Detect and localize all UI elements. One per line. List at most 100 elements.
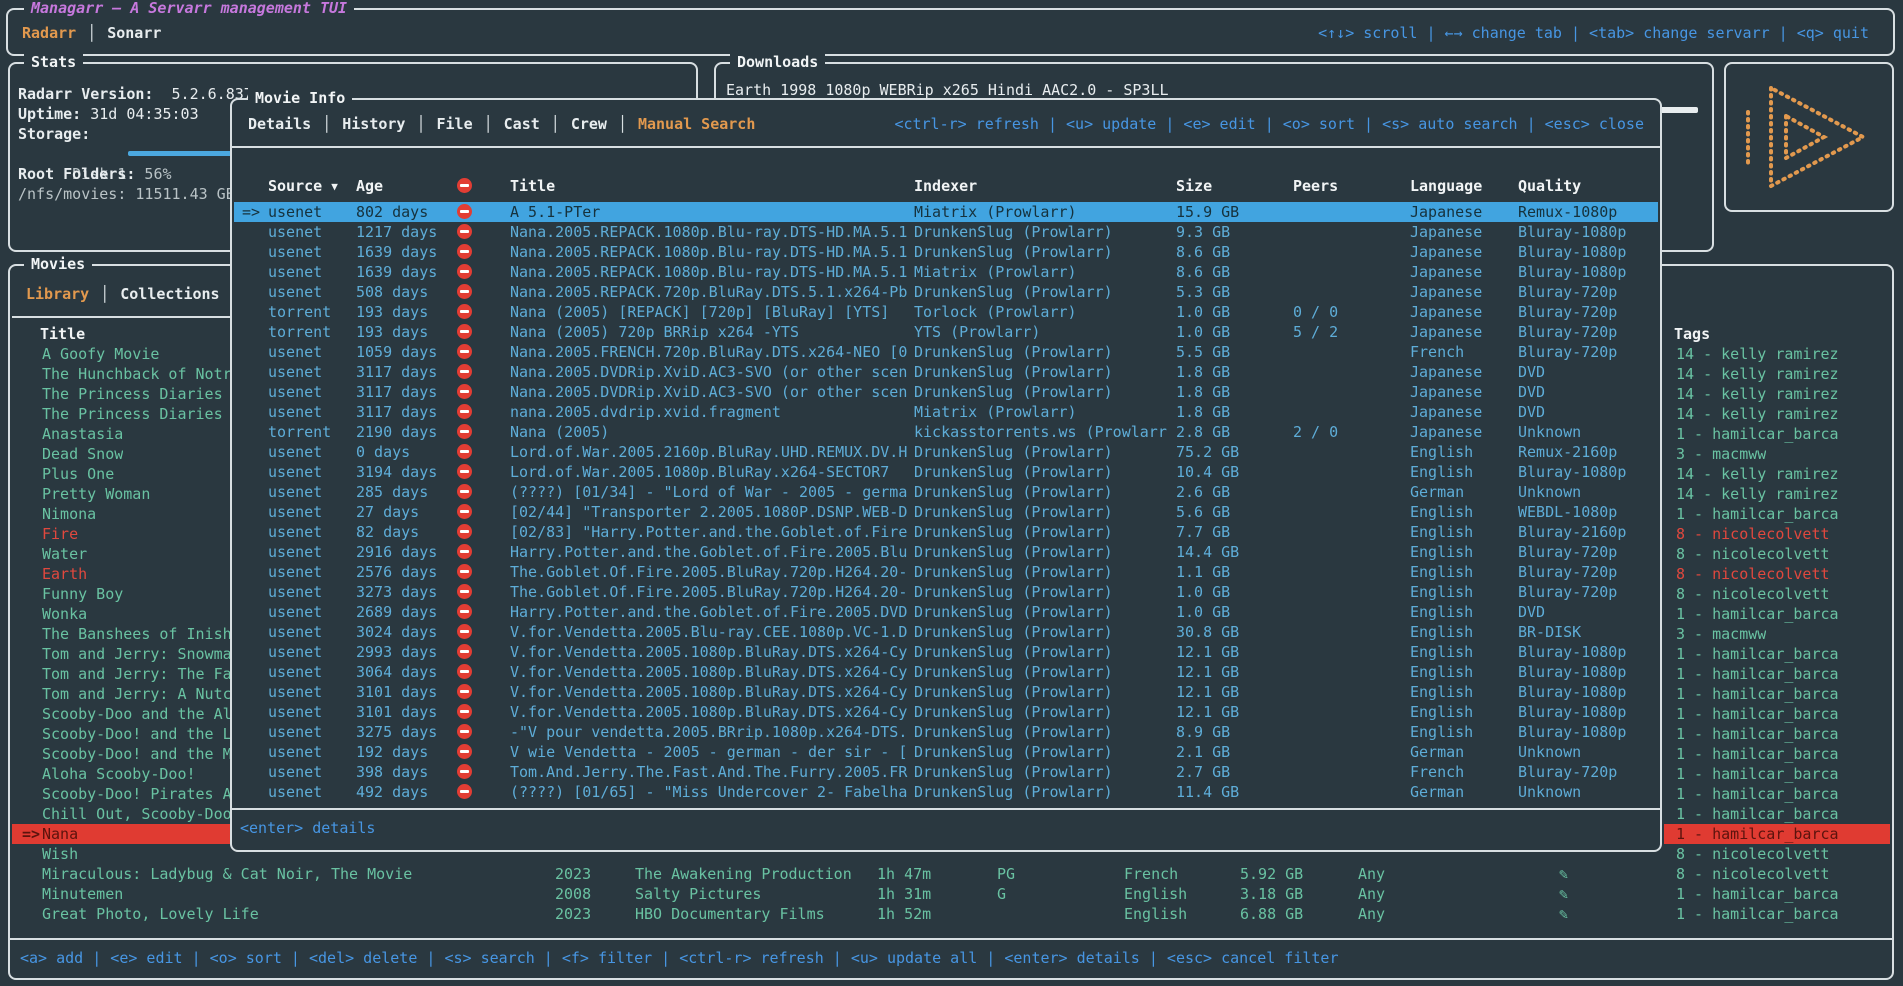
release-row[interactable]: usenet285 days(????) [01/34] - "Lord of … <box>234 482 1658 502</box>
movie-row[interactable]: Great Photo, Lovely Life2023HBO Document… <box>12 904 1890 924</box>
rejected-icon <box>457 704 472 719</box>
rejected-icon <box>457 564 472 579</box>
release-quality: Remux-1080p <box>1518 202 1663 222</box>
release-title: A 5.1-PTer <box>510 202 912 222</box>
release-row[interactable]: torrent193 daysNana (2005) [REPACK] [720… <box>234 302 1658 322</box>
release-row[interactable]: torrent2190 daysNana (2005)kickasstorren… <box>234 422 1658 442</box>
rejected-icon <box>457 544 472 559</box>
release-language: German <box>1410 782 1520 802</box>
movie-tag: 14 - kelly ramirez <box>1676 384 1839 404</box>
release-indexer: DrunkenSlug (Prowlarr) <box>914 602 1172 622</box>
release-row[interactable]: usenet3064 daysV.for.Vendetta.2005.1080p… <box>234 662 1658 682</box>
release-age: 3273 days <box>356 582 437 602</box>
release-title: (????) [01/34] - "Lord of War - 2005 - g… <box>510 482 912 502</box>
modal-footer-separator <box>232 808 1660 810</box>
header-panel: Managarr – A Servarr management TUI Rada… <box>6 8 1895 56</box>
tab-radarr[interactable]: Radarr <box>22 23 76 43</box>
release-title: Nana.2005.REPACK.720p.BluRay.DTS.5.1.x26… <box>510 282 912 302</box>
release-source: usenet <box>268 402 322 422</box>
rejected-icon <box>457 244 472 259</box>
release-quality: WEBDL-1080p <box>1518 502 1663 522</box>
release-row[interactable]: usenet3273 daysThe.Goblet.Of.Fire.2005.B… <box>234 582 1658 602</box>
edit-pencil-icon: ✎ <box>1559 884 1568 904</box>
movie-tag: 3 - macmww <box>1676 444 1766 464</box>
release-title: [02/83] "Harry.Potter.and.the.Goblet.of.… <box>510 522 912 542</box>
release-row[interactable]: usenet192 daysV wie Vendetta - 2005 - ge… <box>234 742 1658 762</box>
release-row[interactable]: usenet2689 daysHarry.Potter.and.the.Gobl… <box>234 602 1658 622</box>
release-row[interactable]: usenet82 days[02/83] "Harry.Potter.and.t… <box>234 522 1658 542</box>
release-source: usenet <box>268 222 322 242</box>
release-row[interactable]: usenet2993 daysV.for.Vendetta.2005.1080p… <box>234 642 1658 662</box>
movie-profile: Any <box>1358 884 1385 904</box>
release-row[interactable]: =>usenet802 daysA 5.1-PTerMiatrix (Prowl… <box>234 202 1658 222</box>
rejected-icon <box>457 424 472 439</box>
movie-title: The Banshees of Inish <box>42 624 232 644</box>
release-age: 1639 days <box>356 262 437 282</box>
release-row[interactable]: usenet27 days[02/44] "Transporter 2.2005… <box>234 502 1658 522</box>
movie-tag: 14 - kelly ramirez <box>1676 344 1839 364</box>
release-row[interactable]: usenet1639 daysNana.2005.REPACK.1080p.Bl… <box>234 262 1658 282</box>
release-language: Japanese <box>1410 282 1520 302</box>
release-title: Lord.of.War.2005.1080p.BluRay.x264-SECTO… <box>510 462 912 482</box>
release-row[interactable]: torrent193 daysNana (2005) 720p BRRip x2… <box>234 322 1658 342</box>
release-row[interactable]: usenet3275 days-"V pour vendetta.2005.BR… <box>234 722 1658 742</box>
release-indexer: DrunkenSlug (Prowlarr) <box>914 622 1172 642</box>
release-language: Japanese <box>1410 242 1520 262</box>
release-row[interactable]: usenet0 daysLord.of.War.2005.2160p.BluRa… <box>234 442 1658 462</box>
release-row[interactable]: usenet2576 daysThe.Goblet.Of.Fire.2005.B… <box>234 562 1658 582</box>
tab-sonarr[interactable]: Sonarr <box>107 23 161 43</box>
release-language: Japanese <box>1410 322 1520 342</box>
release-size: 1.0 GB <box>1176 322 1286 342</box>
release-row[interactable]: usenet2916 daysHarry.Potter.and.the.Gobl… <box>234 542 1658 562</box>
release-row[interactable]: usenet398 daysTom.And.Jerry.The.Fast.And… <box>234 762 1658 782</box>
movie-year: 2023 <box>555 864 591 884</box>
release-source: usenet <box>268 482 322 502</box>
movie-title: Dead Snow <box>42 444 123 464</box>
movie-title: The Hunchback of Notr <box>42 364 232 384</box>
servarr-tabs: Radarr │ Sonarr <box>22 23 161 43</box>
release-row[interactable]: usenet3117 daysNana.2005.DVDRip.XviD.AC3… <box>234 382 1658 402</box>
release-quality: Bluray-720p <box>1518 562 1663 582</box>
movie-title: Scooby-Doo! and the L <box>42 724 232 744</box>
movie-rating: PG <box>997 864 1015 884</box>
release-row[interactable]: usenet508 daysNana.2005.REPACK.720p.BluR… <box>234 282 1658 302</box>
release-size: 2.6 GB <box>1176 482 1286 502</box>
release-age: 193 days <box>356 302 428 322</box>
rejected-icon <box>457 384 472 399</box>
movie-tag: 1 - hamilcar_barca <box>1676 604 1839 624</box>
release-size: 1.0 GB <box>1176 582 1286 602</box>
release-row[interactable]: usenet1217 daysNana.2005.REPACK.1080p.Bl… <box>234 222 1658 242</box>
movie-title: Chill Out, Scooby-Doo <box>42 804 232 824</box>
release-source: usenet <box>268 662 322 682</box>
rejected-icon <box>457 624 472 639</box>
release-row[interactable]: usenet1639 daysNana.2005.REPACK.1080p.Bl… <box>234 242 1658 262</box>
movie-row[interactable]: Miraculous: Ladybug & Cat Noir, The Movi… <box>12 864 1890 884</box>
movie-row[interactable]: Minutemen2008Salty Pictures1h 31mGEnglis… <box>12 884 1890 904</box>
rejected-icon <box>457 284 472 299</box>
release-row[interactable]: usenet3024 daysV.for.Vendetta.2005.Blu-r… <box>234 622 1658 642</box>
release-indexer: DrunkenSlug (Prowlarr) <box>914 522 1172 542</box>
release-language: English <box>1410 602 1520 622</box>
movie-tag: 1 - hamilcar_barca <box>1676 644 1839 664</box>
release-row[interactable]: usenet3117 daysNana.2005.DVDRip.XviD.AC3… <box>234 362 1658 382</box>
movie-tag: 14 - kelly ramirez <box>1676 364 1839 384</box>
release-row[interactable]: usenet492 days(????) [01/65] - "Miss Und… <box>234 782 1658 802</box>
release-age: 1059 days <box>356 342 437 362</box>
release-indexer: DrunkenSlug (Prowlarr) <box>914 582 1172 602</box>
movie-title: Funny Boy <box>42 584 123 604</box>
movie-studio: HBO Documentary Films <box>635 904 825 924</box>
release-row[interactable]: usenet1059 daysNana.2005.FRENCH.720p.Blu… <box>234 342 1658 362</box>
edit-pencil-icon: ✎ <box>1559 904 1568 924</box>
rejected-icon <box>457 604 472 619</box>
release-indexer: DrunkenSlug (Prowlarr) <box>914 782 1172 802</box>
release-source: usenet <box>268 782 322 802</box>
release-row[interactable]: usenet3101 daysV.for.Vendetta.2005.1080p… <box>234 702 1658 722</box>
movie-size: 6.88 GB <box>1240 904 1303 924</box>
release-row[interactable]: usenet3101 daysV.for.Vendetta.2005.1080p… <box>234 682 1658 702</box>
release-row[interactable]: usenet3194 daysLord.of.War.2005.1080p.Bl… <box>234 462 1658 482</box>
release-indexer: DrunkenSlug (Prowlarr) <box>914 722 1172 742</box>
release-row[interactable]: usenet3117 daysnana.2005.dvdrip.xvid.fra… <box>234 402 1658 422</box>
movie-tag: 1 - hamilcar_barca <box>1676 804 1839 824</box>
movie-info-modal: Movie Info Details │ History │ File │ Ca… <box>230 98 1662 852</box>
movie-title: Pretty Woman <box>42 484 150 504</box>
